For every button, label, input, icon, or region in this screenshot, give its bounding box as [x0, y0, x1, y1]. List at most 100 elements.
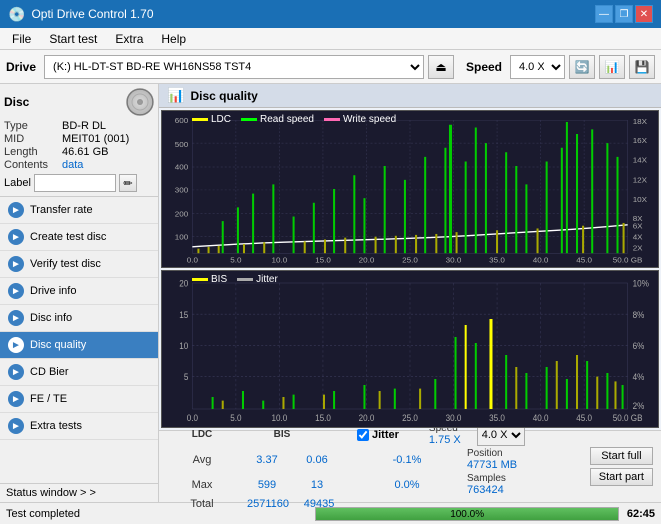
- svg-text:40.0: 40.0: [533, 412, 549, 423]
- avg-jitter: -0.1%: [377, 454, 437, 466]
- cd-bier-label: CD Bier: [30, 366, 69, 378]
- disc-quality-icon: ►: [8, 337, 24, 353]
- svg-text:500: 500: [175, 140, 189, 149]
- action-buttons: Start full Start part: [590, 447, 653, 486]
- ldc-stats: LDC: [167, 429, 237, 440]
- menu-help[interactable]: Help: [153, 30, 194, 48]
- drive-select[interactable]: (K:) HL-DT-ST BD-RE WH16NS58 TST4: [44, 55, 424, 79]
- close-button[interactable]: ✕: [635, 5, 653, 23]
- sidebar-item-fe-te[interactable]: ► FE / TE: [0, 386, 158, 413]
- chart-button[interactable]: 📊: [599, 55, 625, 79]
- jitter-checkbox-row: Jitter: [357, 429, 399, 441]
- nav-items: ► Transfer rate ► Create test disc ► Ver…: [0, 197, 158, 440]
- svg-text:400: 400: [175, 163, 189, 172]
- svg-text:4%: 4%: [633, 372, 645, 383]
- mid-value: MEIT01 (001): [62, 133, 129, 145]
- position-info: Position 47731 MB: [467, 448, 517, 471]
- speed-select[interactable]: 4.0 X: [510, 55, 565, 79]
- svg-text:18X: 18X: [633, 117, 647, 126]
- top-chart-svg: 600 500 400 300 200 100 0.0 5.0 10.0 15.…: [162, 111, 658, 267]
- bis-legend: BIS: [192, 274, 227, 285]
- bottom-chart-legend: BIS Jitter: [192, 274, 278, 285]
- contents-value[interactable]: data: [62, 159, 83, 171]
- eject-button[interactable]: ⏏: [428, 55, 454, 79]
- svg-text:20.0: 20.0: [359, 412, 375, 423]
- svg-text:35.0: 35.0: [489, 256, 505, 265]
- minimize-button[interactable]: —: [595, 5, 613, 23]
- content-area: 📊 Disc quality LDC Read speed: [159, 84, 661, 502]
- sidebar-item-transfer-rate[interactable]: ► Transfer rate: [0, 197, 158, 224]
- read-speed-label: Read speed: [260, 114, 314, 125]
- chart-header: 📊 Disc quality: [159, 84, 661, 108]
- svg-text:2X: 2X: [633, 244, 643, 253]
- menu-start-test[interactable]: Start test: [41, 30, 105, 48]
- charts-area: LDC Read speed Write speed: [159, 108, 661, 430]
- cd-bier-icon: ►: [8, 364, 24, 380]
- length-value: 46.61 GB: [62, 146, 108, 158]
- sidebar-item-create-test-disc[interactable]: ► Create test disc: [0, 224, 158, 251]
- svg-text:100: 100: [175, 233, 189, 242]
- read-speed-legend: Read speed: [241, 114, 314, 125]
- sidebar-item-verify-test-disc[interactable]: ► Verify test disc: [0, 251, 158, 278]
- menu-extra[interactable]: Extra: [107, 30, 151, 48]
- max-bis: 13: [297, 479, 337, 491]
- title-bar: 💿 Opti Drive Control 1.70 — ❐ ✕: [0, 0, 661, 28]
- svg-text:10%: 10%: [633, 278, 649, 289]
- jitter-checkbox[interactable]: [357, 429, 369, 441]
- menu-file[interactable]: File: [4, 30, 39, 48]
- label-input[interactable]: [34, 174, 116, 192]
- extra-tests-icon: ►: [8, 418, 24, 434]
- save-button[interactable]: 💾: [629, 55, 655, 79]
- disc-header: Disc: [4, 88, 154, 116]
- progress-text: 100.0%: [316, 509, 617, 520]
- svg-text:2%: 2%: [633, 400, 645, 411]
- sidebar-item-drive-info[interactable]: ► Drive info: [0, 278, 158, 305]
- restore-button[interactable]: ❐: [615, 5, 633, 23]
- sidebar-item-cd-bier[interactable]: ► CD Bier: [0, 359, 158, 386]
- svg-text:5: 5: [184, 372, 189, 383]
- disc-panel: Disc Type BD-R DL: [0, 84, 158, 197]
- sidebar-item-extra-tests[interactable]: ► Extra tests: [0, 413, 158, 440]
- status-text: Test completed: [6, 508, 307, 520]
- drive-label: Drive: [6, 60, 36, 74]
- mid-label: MID: [4, 133, 62, 145]
- jitter-color: [237, 278, 253, 281]
- bottom-chart-svg: 20 15 10 5 0.0 5.0 10.0 15.0 20.0 25.0 3…: [162, 271, 658, 427]
- refresh-button[interactable]: 🔄: [569, 55, 595, 79]
- svg-text:4X: 4X: [633, 233, 643, 242]
- avg-bis: 0.06: [297, 454, 337, 466]
- disc-icon: [126, 88, 154, 116]
- svg-text:0.0: 0.0: [187, 256, 198, 265]
- label-edit-button[interactable]: ✏: [119, 174, 137, 192]
- jitter-header: Jitter: [372, 429, 399, 441]
- sidebar-item-disc-info[interactable]: ► Disc info: [0, 305, 158, 332]
- max-label: Max: [192, 479, 213, 491]
- status-window[interactable]: Status window > >: [0, 483, 158, 502]
- start-part-button[interactable]: Start part: [590, 468, 653, 486]
- write-speed-legend: Write speed: [324, 114, 396, 125]
- length-label: Length: [4, 146, 62, 158]
- avg-row: Avg: [167, 454, 237, 466]
- main-layout: Disc Type BD-R DL: [0, 84, 661, 502]
- create-test-disc-label: Create test disc: [30, 231, 106, 243]
- svg-text:600: 600: [175, 116, 189, 125]
- svg-text:200: 200: [175, 210, 189, 219]
- sidebar-item-disc-quality[interactable]: ► Disc quality: [0, 332, 158, 359]
- svg-text:35.0: 35.0: [489, 412, 505, 423]
- type-label: Type: [4, 120, 62, 132]
- transfer-rate-label: Transfer rate: [30, 204, 93, 216]
- fe-te-icon: ►: [8, 391, 24, 407]
- status-window-label: Status window > >: [6, 487, 96, 499]
- ldc-header: LDC: [192, 429, 213, 440]
- svg-text:45.0: 45.0: [576, 412, 592, 423]
- svg-text:10.0: 10.0: [272, 256, 288, 265]
- samples-header: Samples: [467, 473, 506, 484]
- svg-text:10X: 10X: [633, 195, 647, 204]
- bis-label: BIS: [211, 274, 227, 285]
- write-speed-color: [324, 118, 340, 121]
- svg-text:45.0: 45.0: [576, 256, 592, 265]
- start-full-button[interactable]: Start full: [590, 447, 653, 465]
- drive-info-icon: ►: [8, 283, 24, 299]
- position-header: Position: [467, 448, 517, 459]
- verify-test-disc-label: Verify test disc: [30, 258, 101, 270]
